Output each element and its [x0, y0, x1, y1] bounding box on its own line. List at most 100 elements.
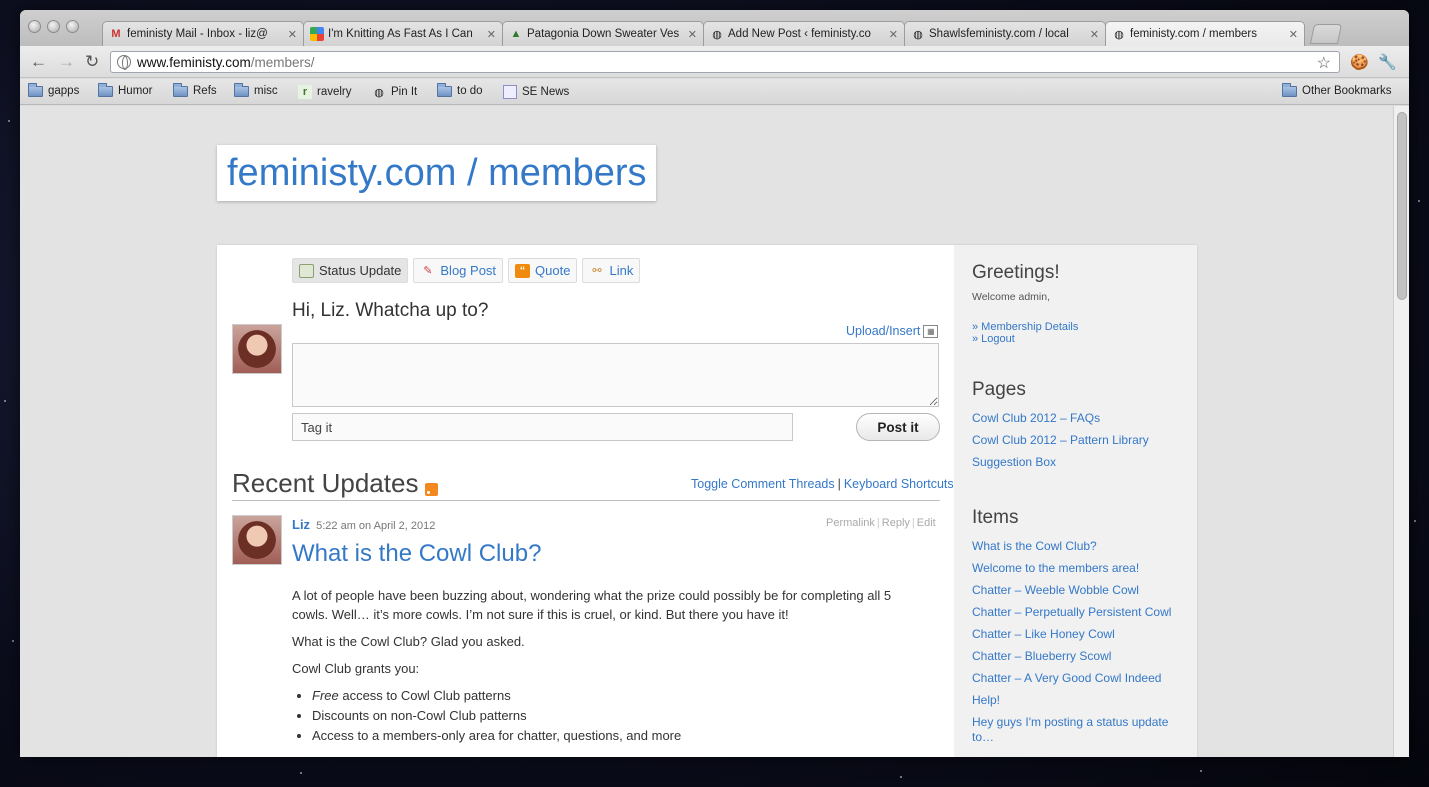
item-link[interactable]: Chatter – Weeble Wobble Cowl — [972, 583, 1139, 597]
item-link[interactable]: Chatter – Perpetually Persistent Cowl — [972, 605, 1171, 619]
globe-icon: ◍ — [913, 28, 923, 41]
back-icon[interactable]: ← — [30, 53, 47, 71]
globe-icon: ◍ — [712, 28, 722, 41]
close-tab-icon[interactable]: ✕ — [1090, 28, 1099, 41]
folder-icon — [437, 82, 452, 97]
rss-icon[interactable] — [425, 483, 439, 496]
items-heading: Items — [972, 507, 1019, 528]
post-title-link[interactable]: What is the Cowl Club? — [292, 540, 541, 568]
bookmark-gapps[interactable]: gapps — [28, 82, 80, 97]
main-column: Status Update ✎ Blog Post “ Quote ⚯ Link — [217, 245, 954, 757]
tab-add-new-post[interactable]: ◍ Add New Post ‹ feministy.co ✕ — [703, 21, 905, 46]
reload-icon[interactable]: ↻ — [85, 53, 99, 71]
reply-link[interactable]: Reply — [882, 517, 910, 529]
avatar — [232, 515, 282, 565]
post-meta: Liz 5:22 am on April 2, 2012 — [292, 517, 435, 532]
page-link-suggestion-box[interactable]: Suggestion Box — [972, 455, 1056, 469]
tab-quote[interactable]: “ Quote — [508, 258, 578, 283]
close-tab-icon[interactable]: ✕ — [487, 28, 496, 41]
separator: | — [911, 517, 915, 529]
extension-cookie-icon[interactable]: 🍪 — [1350, 53, 1369, 71]
logout-link[interactable]: » Logout — [972, 333, 1015, 345]
site-title[interactable]: feministy.com / members — [217, 145, 657, 201]
keyboard-shortcuts-link[interactable]: Keyboard Shortcuts — [844, 477, 954, 491]
tag-input[interactable]: Tag it — [292, 413, 793, 441]
close-tab-icon[interactable]: ✕ — [688, 28, 697, 41]
bookmark-se-news[interactable]: SE News — [503, 85, 569, 99]
bookmark-label: Pin It — [391, 86, 418, 98]
close-tab-icon[interactable]: ✕ — [1289, 28, 1298, 41]
greetings-heading: Greetings! — [972, 262, 1060, 283]
tree-icon: ▲ — [510, 28, 522, 40]
bookmark-pin-it[interactable]: ◍ Pin It — [372, 85, 417, 99]
close-tab-icon[interactable]: ✕ — [288, 28, 297, 41]
post-textarea[interactable] — [292, 343, 939, 407]
page-link-pattern-library[interactable]: Cowl Club 2012 – Pattern Library — [972, 433, 1149, 447]
upload-label: Upload/Insert — [846, 324, 921, 338]
item-link[interactable]: Chatter – Like Honey Cowl — [972, 627, 1115, 641]
folder-icon — [28, 82, 43, 97]
item-link[interactable]: Help! — [972, 693, 1000, 707]
new-tab-button[interactable] — [1309, 24, 1343, 44]
status-update-icon — [299, 263, 314, 278]
item-link[interactable]: What is the Cowl Club? — [972, 539, 1097, 553]
post-actions: Permalink | Reply | Edit — [826, 517, 936, 529]
separator: | — [837, 477, 841, 491]
item-link[interactable]: Chatter – Blueberry Scowl — [972, 649, 1111, 663]
gmail-icon: M — [111, 28, 121, 40]
edit-link[interactable]: Edit — [917, 517, 936, 529]
post-time: 5:22 am on April 2, 2012 — [316, 520, 436, 532]
bookmark-ravelry[interactable]: r ravelry — [298, 85, 352, 99]
tab-label: Link — [609, 263, 634, 278]
se-news-icon — [503, 85, 517, 99]
tab-title: Patagonia Down Sweater Ves — [527, 28, 680, 40]
upload-insert-link[interactable]: Upload/Insert ▦ — [846, 324, 939, 338]
tab-link[interactable]: ⚯ Link — [582, 258, 641, 283]
link-icon: ⚯ — [592, 265, 602, 277]
pages-heading: Pages — [972, 379, 1026, 400]
bookmark-humor[interactable]: Humor — [98, 82, 153, 97]
tab-title: feministy.com / members — [1130, 28, 1257, 40]
scrollbar-thumb[interactable] — [1397, 112, 1407, 300]
tab-gmail[interactable]: M feministy Mail - Inbox - liz@ ✕ — [102, 21, 304, 46]
bookmark-label: gapps — [48, 85, 80, 97]
tab-title: Add New Post ‹ feministy.co — [728, 28, 871, 40]
bookmark-star-icon[interactable]: ☆ — [1317, 53, 1331, 73]
bookmark-to-do[interactable]: to do — [437, 82, 483, 97]
toggle-comment-threads-link[interactable]: Toggle Comment Threads — [691, 477, 835, 491]
tab-members[interactable]: ◍ feministy.com / members ✕ — [1105, 21, 1305, 46]
tab-status-update[interactable]: Status Update — [292, 258, 409, 283]
vertical-scrollbar[interactable] — [1393, 106, 1409, 757]
composer-greeting: Hi, Liz. Whatcha up to? — [292, 300, 489, 321]
item-link-continued[interactable]: to… — [972, 730, 994, 744]
tab-label: Status Update — [319, 263, 402, 278]
tab-blog-post[interactable]: ✎ Blog Post — [413, 258, 504, 283]
bookmark-refs[interactable]: Refs — [173, 82, 217, 97]
minimize-window-button[interactable] — [47, 20, 60, 33]
zoom-window-button[interactable] — [66, 20, 79, 33]
recent-updates-heading: Recent Updates — [232, 468, 439, 499]
tab-shawls[interactable]: ◍ Shawlsfeministy.com / local ✕ — [904, 21, 1106, 46]
forward-icon[interactable]: → — [58, 53, 75, 71]
post-author-link[interactable]: Liz — [292, 517, 310, 532]
close-window-button[interactable] — [28, 20, 41, 33]
item-link[interactable]: Chatter – A Very Good Cowl Indeed — [972, 671, 1161, 685]
item-link[interactable]: Hey guys I'm posting a status update — [972, 715, 1168, 729]
media-icon: ▦ — [923, 324, 939, 338]
other-bookmarks[interactable]: Other Bookmarks — [1282, 82, 1391, 97]
bookmarks-bar: gapps Humor Refs misc r ravelry ◍ Pin It t… — [20, 79, 1409, 105]
tab-knitting[interactable]: I'm Knitting As Fast As I Can ✕ — [303, 21, 503, 46]
wrench-icon[interactable]: 🔧 — [1378, 53, 1397, 71]
page-link-faqs[interactable]: Cowl Club 2012 – FAQs — [972, 411, 1100, 425]
folder-icon — [234, 82, 249, 97]
tab-label: Quote — [535, 263, 571, 278]
item-link[interactable]: Welcome to the members area! — [972, 561, 1139, 575]
membership-details-link[interactable]: » Membership Details — [972, 321, 1078, 333]
permalink-link[interactable]: Permalink — [826, 517, 875, 529]
close-tab-icon[interactable]: ✕ — [889, 28, 898, 41]
address-bar[interactable]: www.feministy.com/members/ ☆ — [110, 51, 1340, 73]
pushpin-icon: ✎ — [423, 265, 433, 277]
post-it-button[interactable]: Post it — [856, 413, 940, 441]
bookmark-misc[interactable]: misc — [234, 82, 278, 97]
tab-patagonia[interactable]: ▲ Patagonia Down Sweater Ves ✕ — [502, 21, 704, 46]
